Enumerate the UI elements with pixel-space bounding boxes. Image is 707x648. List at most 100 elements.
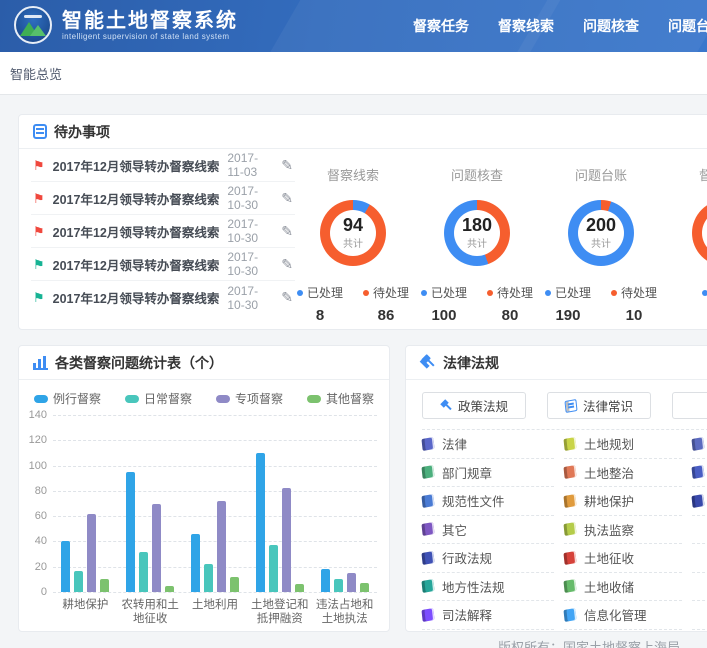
book-icon: [563, 522, 576, 536]
donut-block-2: 问题核查180共计已处理100待处理80: [415, 151, 539, 324]
breadcrumb: 智能总览: [10, 64, 62, 83]
todo-text: 2017年12月领导转办督察线索: [53, 189, 220, 208]
book-icon: [691, 494, 704, 508]
legal-card-title: 法律法规: [443, 353, 499, 373]
legal-item[interactable]: 土地征收: [564, 544, 682, 573]
bar-例行督察: [126, 472, 135, 592]
todo-stats-card: 待办事项 ⚑2017年12月领导转办督察线索2017-11-03✎⚑2017年1…: [18, 114, 707, 330]
bar-日常督察: [334, 579, 343, 592]
legend-item-其他督察[interactable]: 其他督察: [307, 390, 374, 407]
bar-例行督察: [61, 541, 70, 592]
todo-row-5[interactable]: ⚑2017年12月领导转办督察线索2017-10-30✎: [31, 281, 295, 314]
legal-tab-2[interactable]: 法律常识: [547, 392, 651, 419]
bar-日常督察: [204, 564, 213, 592]
bar-chart-title: 各类督察问题统计表（个）: [55, 353, 223, 373]
donut-title: 督察线索: [327, 165, 379, 184]
legal-item: [692, 544, 707, 573]
legal-item[interactable]: 土地整治: [564, 459, 682, 488]
legal-item[interactable]: 行政法规: [422, 544, 554, 573]
nav-item-4[interactable]: 问题台账: [668, 16, 707, 36]
legal-item[interactable]: 土地规划: [564, 430, 682, 459]
legend-item-例行督察[interactable]: 例行督察: [34, 390, 101, 407]
donut-title: 问题核查: [451, 165, 503, 184]
todo-text: 2017年12月领导转办督察线索: [53, 156, 220, 175]
donut-ring: 94共计: [320, 200, 386, 266]
legal-item[interactable]: 地方性法规: [422, 573, 554, 602]
bar-其他督察: [295, 584, 304, 592]
legal-item[interactable]: 信息化管理: [564, 601, 682, 630]
todo-date: 2017-10-30: [227, 250, 263, 278]
book-icon: [421, 608, 434, 622]
donut-ring: 200共计: [568, 200, 634, 266]
bar-chart-card-header: 各类督察问题统计表（个）: [19, 346, 389, 380]
book-icon: [691, 465, 704, 479]
legend-item-日常督察[interactable]: 日常督察: [125, 390, 192, 407]
legal-item[interactable]: 耕地保护: [564, 487, 682, 516]
brand: 智能土地督察系统 intelligent supervision of stat…: [14, 6, 238, 44]
legal-item[interactable]: [692, 487, 707, 516]
legal-column-2: 土地规划土地整治耕地保护执法监察土地征收土地收储信息化管理: [564, 430, 682, 630]
gavel-icon: [420, 355, 436, 370]
book-icon: [421, 465, 434, 479]
bar-其他督察: [360, 583, 369, 592]
book-icon: [421, 551, 434, 565]
bar-其他督察: [230, 577, 239, 592]
legal-tab-1[interactable]: 政策法规: [422, 392, 526, 419]
y-axis-label: 80: [19, 485, 47, 497]
todo-text: 2017年12月领导转办督察线索: [53, 222, 220, 241]
legal-item[interactable]: [692, 459, 707, 488]
todo-row-4[interactable]: ⚑2017年12月领导转办督察线索2017-10-30✎: [31, 248, 295, 281]
legend-item-专项督察[interactable]: 专项督察: [216, 390, 283, 407]
book-icon: [691, 437, 704, 451]
book-icon: [563, 579, 576, 593]
legal-item[interactable]: 执法监察: [564, 516, 682, 545]
legal-item[interactable]: [692, 430, 707, 459]
legal-item[interactable]: 司法解释: [422, 601, 554, 630]
bar-日常督察: [139, 552, 148, 592]
todo-date: 2017-10-30: [227, 284, 263, 312]
donut-legend-item: 已处理8: [297, 284, 343, 324]
bar-日常督察: [269, 545, 278, 592]
bar-chart-legend: 例行督察 日常督察 专项督察 其他督察: [19, 390, 389, 407]
todo-card-title: 待办事项: [54, 122, 110, 142]
nav-item-2[interactable]: 督察线索: [498, 16, 554, 36]
app-title: 智能土地督察系统: [62, 10, 238, 32]
flag-icon: ⚑: [33, 291, 45, 304]
donut-legend-item: 待处理10: [611, 284, 657, 324]
stats-donut-row: 督察线索94共计已处理8待处理86问题核查180共计已处理100待处理80问题台…: [291, 151, 707, 324]
legal-item[interactable]: 部门规章: [422, 459, 554, 488]
bar-例行督察: [321, 569, 330, 592]
legal-item[interactable]: 土地收储: [564, 573, 682, 602]
todo-card-header: 待办事项: [19, 115, 707, 149]
donut-legend-item: 已处理175: [702, 284, 707, 324]
legal-card-header: 法律法规: [406, 346, 707, 380]
legal-item[interactable]: 规范性文件: [422, 487, 554, 516]
x-axis-label: 耕地保护: [54, 598, 116, 626]
y-axis-label: 0: [19, 586, 47, 598]
todo-row-3[interactable]: ⚑2017年12月领导转办督察线索2017-10-30✎: [31, 215, 295, 248]
donut-legend-item: 已处理190: [545, 284, 591, 324]
legal-tab-3[interactable]: [672, 392, 707, 419]
legal-category-buttons: 政策法规法律常识: [422, 392, 707, 419]
nav-item-1[interactable]: 督察任务: [413, 16, 469, 36]
flag-icon: ⚑: [33, 159, 45, 172]
flag-icon: ⚑: [33, 192, 45, 205]
main-nav: 督察任务 督察线索 问题核查 问题台账: [413, 0, 707, 52]
donut-total-label: 共计: [591, 235, 611, 250]
donut-total: 200: [586, 216, 616, 235]
y-axis-label: 100: [19, 460, 47, 472]
book-icon: [421, 579, 434, 593]
y-axis-label: 120: [19, 434, 47, 446]
todo-row-1[interactable]: ⚑2017年12月领导转办督察线索2017-11-03✎: [31, 149, 295, 182]
x-axis-label: 违法占地和土地执法: [314, 598, 376, 626]
book-icon: [421, 494, 434, 508]
bar-专项督察: [347, 573, 356, 592]
todo-row-2[interactable]: ⚑2017年12月领导转办督察线索2017-10-30✎: [31, 182, 295, 215]
legal-item[interactable]: 其它: [422, 516, 554, 545]
nav-item-3[interactable]: 问题核查: [583, 16, 639, 36]
legal-card: 法律法规 政策法规法律常识 法律部门规章规范性文件其它行政法规地方性法规司法解释…: [405, 345, 707, 632]
todo-date: 2017-11-03: [227, 151, 263, 179]
legal-item: [692, 601, 707, 630]
book-icon: [421, 437, 434, 451]
legal-item[interactable]: 法律: [422, 430, 554, 459]
